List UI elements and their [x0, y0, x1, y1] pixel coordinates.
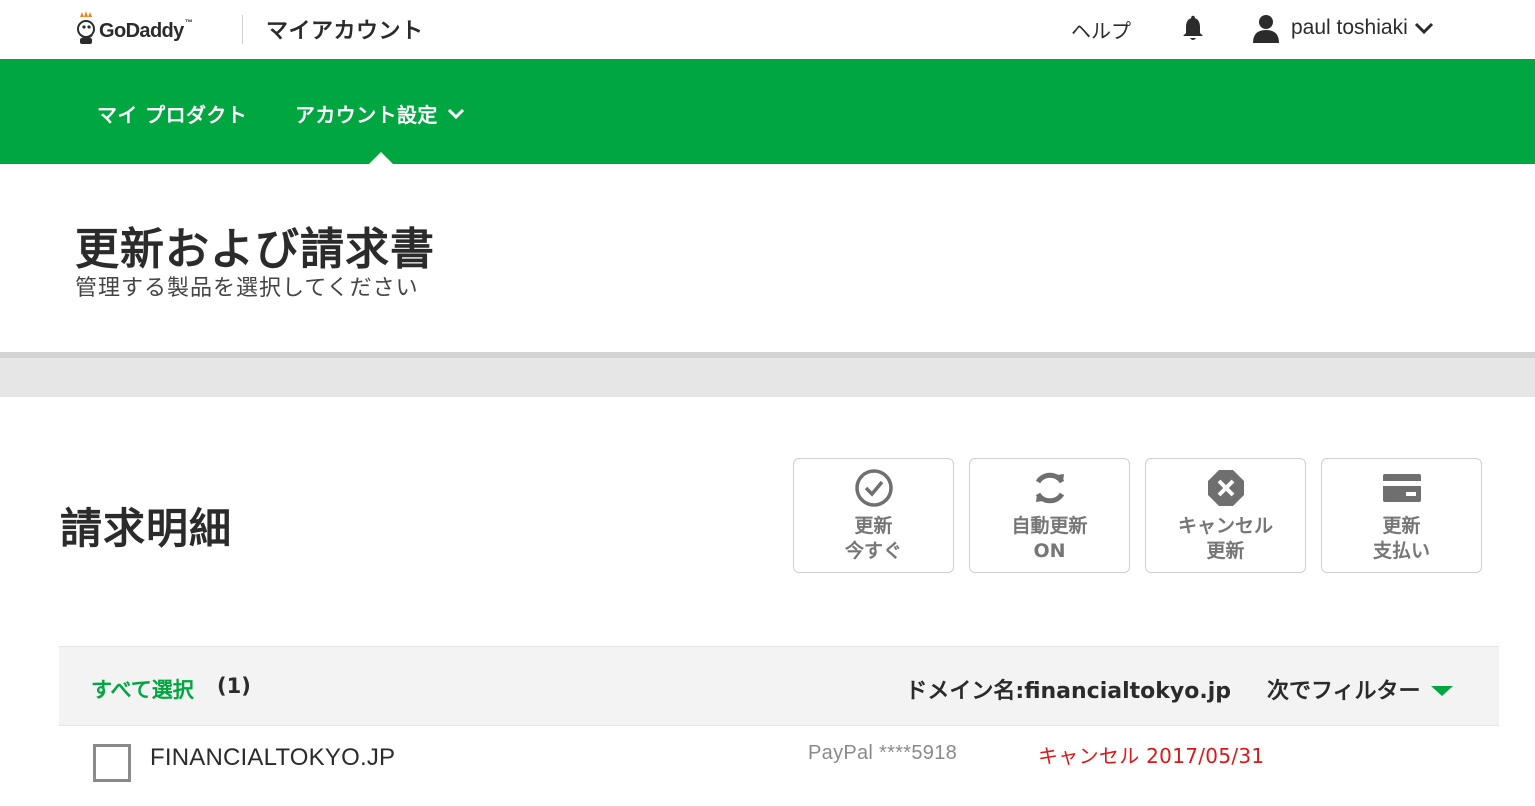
renew-now-label: 更新 今すぐ: [844, 515, 902, 562]
renewal-payment-button[interactable]: 更新 支払い: [1321, 458, 1482, 573]
section-title: 請求明細: [60, 504, 233, 553]
row-checkbox[interactable]: [93, 744, 131, 782]
chevron-down-icon: [1414, 22, 1433, 35]
page-title: 更新および請求書: [75, 224, 435, 275]
row-status: キャンセル 2017/05/31: [1038, 744, 1265, 768]
filter-bar: すべて選択 (1) ドメイン名:financialtokyo.jp 次でフィルタ…: [59, 646, 1499, 726]
user-menu[interactable]: paul toshiaki: [1251, 12, 1434, 44]
credit-card-icon: [1383, 474, 1421, 502]
nav-my-products[interactable]: マイ プロダクト: [97, 99, 247, 128]
nav-my-products-label: マイ プロダクト: [97, 103, 248, 127]
check-circle-icon: [855, 469, 893, 507]
main-nav: マイ プロダクト アカウント設定: [0, 59, 1535, 164]
domain-filter-label: ドメイン名:financialtokyo.jp: [905, 679, 1231, 704]
app-title[interactable]: マイアカウント: [266, 13, 424, 45]
nav-account-settings-label: アカウント設定: [295, 103, 438, 127]
page-subtitle: 管理する製品を選択してください: [75, 276, 419, 301]
renew-now-button[interactable]: 更新 今すぐ: [793, 458, 954, 573]
user-avatar-icon: [1253, 15, 1279, 43]
godaddy-mascot-icon: [77, 11, 95, 44]
godaddy-logo[interactable]: GoDaddy™: [76, 8, 193, 48]
nav-account-settings[interactable]: アカウント設定: [295, 99, 465, 128]
refresh-icon: [1035, 472, 1065, 504]
auto-renew-on-button[interactable]: 自動更新 ON: [969, 458, 1130, 573]
selected-count: (1): [217, 674, 251, 698]
gray-band: [0, 358, 1535, 397]
filter-by-dropdown[interactable]: 次でフィルター: [1267, 673, 1453, 705]
cancel-renewal-button[interactable]: キャンセル 更新: [1145, 458, 1306, 573]
row-payment-method: PayPal ****5918: [808, 742, 958, 764]
chevron-down-icon: [447, 108, 464, 119]
cancel-x-icon: [1208, 470, 1244, 506]
caret-down-icon: [1430, 685, 1453, 696]
header-divider: [242, 15, 243, 44]
filter-by-label: 次でフィルター: [1267, 679, 1421, 704]
select-all-link[interactable]: すべて選択: [91, 674, 194, 704]
logo-wordmark: GoDaddy™: [99, 17, 193, 42]
auto-renew-label: 自動更新 ON: [1011, 515, 1088, 562]
cancel-renewal-label: キャンセル 更新: [1177, 515, 1273, 562]
active-nav-indicator: [369, 152, 393, 164]
help-link[interactable]: ヘルプ: [1071, 15, 1131, 44]
renewal-payment-label: 更新 支払い: [1372, 515, 1430, 562]
user-name: paul toshiaki: [1291, 16, 1408, 39]
notification-bell-icon[interactable]: [1180, 15, 1206, 43]
row-domain-name[interactable]: FINANCIALTOKYO.JP: [150, 744, 395, 772]
top-bar: GoDaddy™ マイアカウント ヘルプ paul toshiaki: [0, 0, 1535, 59]
